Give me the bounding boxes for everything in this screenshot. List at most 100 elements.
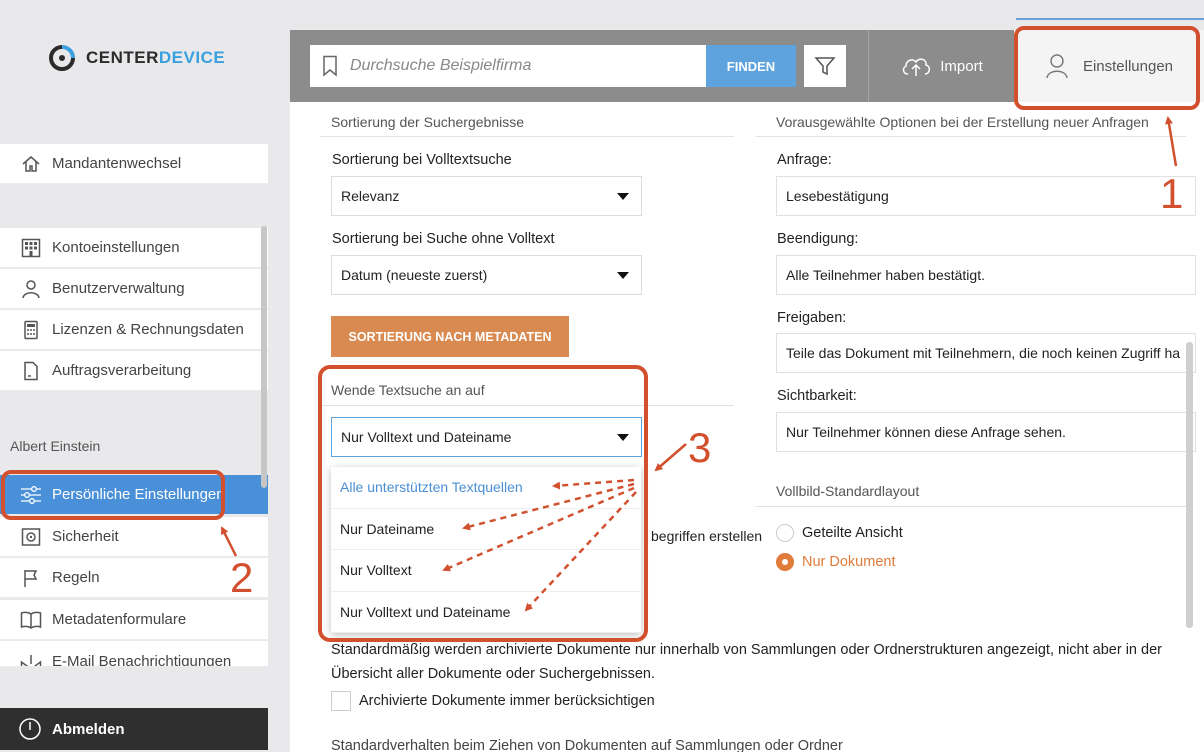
radio-document-only[interactable]: Nur Dokument xyxy=(776,553,895,571)
home-icon xyxy=(20,153,42,175)
section-title-textsearch: Wende Textsuche an auf xyxy=(331,382,485,398)
sidebar-item-auftragsverarbeitung[interactable]: Auftragsverarbeitung xyxy=(0,351,268,391)
section-title-requests: Vorausgewählte Optionen bei der Erstellu… xyxy=(776,114,1149,130)
textsearch-select[interactable]: Nur Volltext und Dateiname xyxy=(331,417,642,457)
logo[interactable]: CENTERDEVICE xyxy=(48,44,225,72)
main-content: Sortierung der Suchergebnisse Sortierung… xyxy=(290,102,1204,752)
section-title-sorting: Sortierung der Suchergebnisse xyxy=(331,114,525,130)
power-icon xyxy=(18,717,42,741)
cloud-upload-icon xyxy=(903,58,931,76)
share-label: Freigaben: xyxy=(777,310,847,326)
divider xyxy=(756,506,1186,507)
dropdown-option[interactable]: Nur Dateiname xyxy=(331,509,641,550)
caret-down-icon xyxy=(617,272,629,279)
filter-button[interactable] xyxy=(804,45,846,87)
flag-icon xyxy=(20,567,42,589)
textsearch-dropdown: Alle unterstützten Textquellen Nur Datei… xyxy=(331,467,641,633)
section-title-layout: Vollbild-Standardlayout xyxy=(776,483,920,499)
sidebar-item-label: Sicherheit xyxy=(52,528,119,545)
sidebar-item-sicherheit[interactable]: Sicherheit xyxy=(0,517,268,557)
sidebar-item-email-benachrichtigungen[interactable]: E-Mail Benachrichtigungen xyxy=(0,641,268,667)
dropdown-option[interactable]: Nur Volltext xyxy=(331,550,641,592)
visibility-label: Sichtbarkeit: xyxy=(777,388,857,404)
fulltext-sort-select[interactable]: Relevanz xyxy=(331,176,642,216)
mail-download-icon xyxy=(20,653,42,666)
request-field[interactable]: Lesebestätigung xyxy=(776,176,1196,216)
checkbox-label: Archivierte Dokumente immer berücksichti… xyxy=(359,693,655,709)
radio-button[interactable] xyxy=(776,553,794,571)
sidebar-item-label: Auftragsverarbeitung xyxy=(52,362,192,379)
settings-label: Einstellungen xyxy=(1082,57,1174,75)
fulltext-sort-label: Sortierung bei Volltextsuche xyxy=(332,152,512,168)
sidebar-item-label: E-Mail Benachrichtigungen xyxy=(52,653,232,667)
visibility-field[interactable]: Nur Teilnehmer können diese Anfrage sehe… xyxy=(776,412,1196,452)
logout-label: Abmelden xyxy=(52,720,125,738)
metadata-sort-button[interactable]: SORTIERUNG NACH METADATEN xyxy=(331,316,569,357)
sidebar-item-lizenzen[interactable]: Lizenzen & Rechnungsdaten xyxy=(0,310,268,350)
user-name-label: Albert Einstein xyxy=(10,438,101,454)
end-label: Beendigung: xyxy=(777,231,859,247)
import-label: Import xyxy=(940,57,983,75)
sidebar-item-kontoeinstellungen[interactable]: Kontoeinstellungen xyxy=(0,228,268,268)
sidebar-item-label: Lizenzen & Rechnungsdaten xyxy=(52,321,244,338)
main-scrollbar[interactable] xyxy=(1186,342,1193,628)
partial-label: begriffen erstellen xyxy=(651,528,763,544)
book-icon xyxy=(20,609,42,631)
archived-description: Standardmäßig werden archivierte Dokumen… xyxy=(331,642,1162,682)
sidebar: CENTERDEVICE Mandantenwechsel Kontoeinst… xyxy=(0,0,290,752)
bookmark-icon[interactable] xyxy=(310,55,350,77)
filter-icon xyxy=(814,57,836,76)
caret-down-icon xyxy=(617,193,629,200)
checkbox[interactable] xyxy=(331,691,351,711)
drag-behavior-title: Standardverhalten beim Ziehen von Dokume… xyxy=(331,738,843,752)
building-grid-icon xyxy=(20,237,42,259)
sliders-icon xyxy=(20,484,42,506)
radio-label: Geteilte Ansicht xyxy=(802,525,903,541)
dropdown-option[interactable]: Nur Volltext und Dateiname xyxy=(331,592,641,633)
sidebar-item-label: Metadatenformulare xyxy=(52,611,187,628)
user-icon xyxy=(1046,54,1068,79)
import-button[interactable]: Import xyxy=(868,30,1014,102)
safe-icon xyxy=(20,526,42,548)
sidebar-item-benutzerverwaltung[interactable]: Benutzerverwaltung xyxy=(0,269,268,309)
search-box xyxy=(310,45,706,87)
caret-down-icon xyxy=(617,434,629,441)
logo-text: CENTERDEVICE xyxy=(86,48,226,67)
archived-checkbox-row[interactable]: Archivierte Dokumente immer berücksichti… xyxy=(331,691,655,711)
search-input[interactable] xyxy=(350,57,690,75)
nofulltext-sort-select[interactable]: Datum (neueste zuerst) xyxy=(331,255,642,295)
divider xyxy=(320,405,734,406)
divider xyxy=(320,136,734,137)
sidebar-item-regeln[interactable]: Regeln xyxy=(0,558,268,598)
request-label: Anfrage: xyxy=(777,152,832,168)
sidebar-item-label: Benutzerverwaltung xyxy=(52,280,185,297)
sidebar-scrollbar[interactable] xyxy=(261,226,267,488)
calculator-icon xyxy=(20,319,42,341)
centerdevice-logo-icon xyxy=(49,45,75,71)
user-icon xyxy=(20,278,42,300)
dropdown-option[interactable]: Alle unterstützten Textquellen xyxy=(331,467,641,509)
divider xyxy=(756,136,1186,137)
radio-split-view[interactable]: Geteilte Ansicht xyxy=(776,524,903,542)
sidebar-item-label: Persönliche Einstellungen xyxy=(52,486,225,503)
document-icon xyxy=(20,360,42,382)
sidebar-item-label: Kontoeinstellungen xyxy=(52,239,180,256)
share-field[interactable]: Teile das Dokument mit Teilnehmern, die … xyxy=(776,333,1196,373)
select-value: Relevanz xyxy=(341,188,400,204)
sidebar-item-persoenliche-einstellungen[interactable]: Persönliche Einstellungen xyxy=(0,475,268,515)
top-bar: FINDEN Import Einstellungen xyxy=(290,30,1204,102)
sidebar-item-label: Regeln xyxy=(52,569,100,586)
radio-label: Nur Dokument xyxy=(802,554,896,570)
active-tab-indicator xyxy=(1016,18,1204,20)
select-value: Nur Volltext und Dateiname xyxy=(341,429,512,445)
radio-button[interactable] xyxy=(776,524,794,542)
settings-button[interactable]: Einstellungen xyxy=(1014,30,1204,102)
end-field[interactable]: Alle Teilnehmer haben bestätigt. xyxy=(776,255,1196,295)
logout-button[interactable]: Abmelden xyxy=(0,708,268,750)
sidebar-item-mandantenwechsel[interactable]: Mandantenwechsel xyxy=(0,144,268,184)
nofulltext-sort-label: Sortierung bei Suche ohne Volltext xyxy=(332,231,555,247)
select-value: Datum (neueste zuerst) xyxy=(341,267,488,283)
sidebar-item-metadatenformulare[interactable]: Metadatenformulare xyxy=(0,600,268,640)
sidebar-item-label: Mandantenwechsel xyxy=(52,155,182,172)
find-button[interactable]: FINDEN xyxy=(706,45,796,87)
